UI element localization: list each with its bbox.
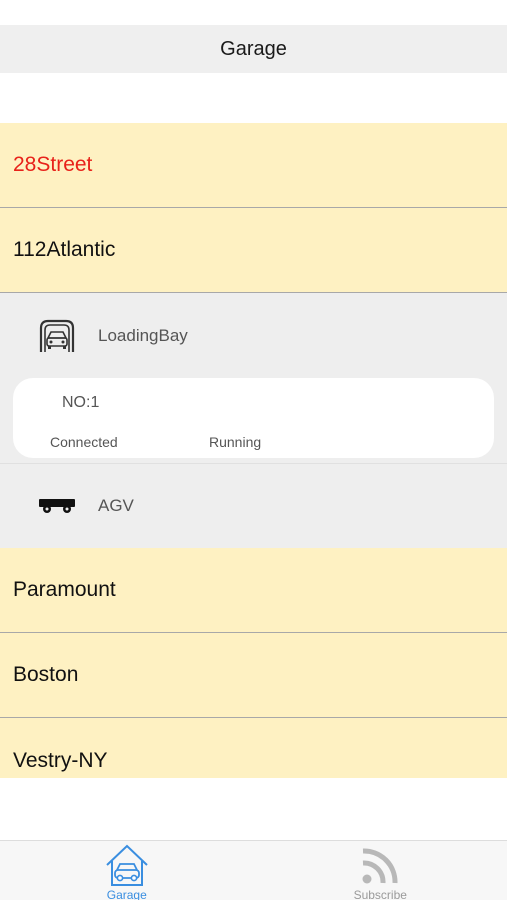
garage-name: Boston xyxy=(13,663,79,686)
garage-row-paramount[interactable]: Paramount xyxy=(0,548,507,633)
garage-row-vestry-ny[interactable]: Vestry-NY xyxy=(0,718,507,778)
connection-status: Connected xyxy=(50,434,118,450)
garage-name: Vestry-NY xyxy=(13,748,108,772)
house-car-icon xyxy=(105,843,149,887)
device-card[interactable]: NO:1 Connected Running xyxy=(13,378,494,458)
garage-name: 28Street xyxy=(13,153,93,176)
agv-header[interactable]: AGV xyxy=(0,463,507,548)
loading-bay-label: LoadingBay xyxy=(98,325,188,345)
agv-cart-icon xyxy=(38,488,76,524)
garage-car-icon xyxy=(38,318,76,354)
device-number: NO:1 xyxy=(62,394,100,411)
tab-subscribe[interactable]: Subscribe xyxy=(254,841,507,900)
tab-garage[interactable]: Garage xyxy=(0,841,254,900)
screen: Garage 28Street 112Atlantic LoadingBay N… xyxy=(0,0,507,900)
garage-name: 112Atlantic xyxy=(13,238,116,261)
garage-row-28street[interactable]: 28Street xyxy=(0,123,507,208)
garage-name: Paramount xyxy=(13,578,116,601)
tab-bar: Garage Subscribe xyxy=(0,840,507,900)
loading-bay-header[interactable]: LoadingBay xyxy=(0,293,507,378)
nav-bar: Garage xyxy=(0,25,507,73)
garage-row-112atlantic[interactable]: 112Atlantic xyxy=(0,208,507,293)
agv-label: AGV xyxy=(98,496,134,515)
page-title: Garage xyxy=(220,37,287,60)
tab-garage-label: Garage xyxy=(106,888,147,900)
rss-feed-icon xyxy=(358,843,402,887)
garage-list[interactable]: 28Street 112Atlantic LoadingBay NO:1 Con… xyxy=(0,123,507,778)
garage-row-boston[interactable]: Boston xyxy=(0,633,507,718)
tab-subscribe-label: Subscribe xyxy=(353,888,407,900)
garage-details-panel: LoadingBay NO:1 Connected Running AGV xyxy=(0,293,507,548)
running-status: Running xyxy=(209,434,262,450)
